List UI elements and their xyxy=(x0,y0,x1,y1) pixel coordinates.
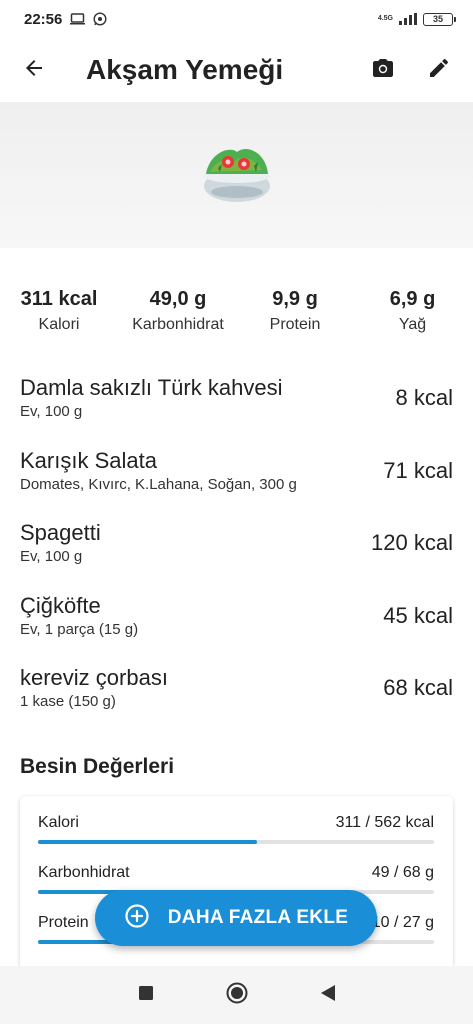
food-text: kereviz çorbası 1 kase (150 g) xyxy=(20,664,168,712)
nutrition-value: 10 / 27 g xyxy=(371,914,434,931)
edit-pencil-icon xyxy=(427,56,451,85)
screen-icon xyxy=(70,13,86,25)
summary-value: 49,0 g xyxy=(149,288,207,310)
food-list: Damla sakızlı Türk kahvesi Ev, 100 g 8 k… xyxy=(0,362,473,725)
salad-icon xyxy=(200,142,274,209)
status-right: 4.5G 35 xyxy=(377,12,456,26)
food-kcal: 45 kcal xyxy=(383,602,453,628)
food-detail: 1 kase (150 g) xyxy=(20,693,116,711)
progress-track xyxy=(38,840,434,844)
nutrition-label: Kalori xyxy=(38,814,79,831)
summary-value: 9,9 g xyxy=(272,288,318,310)
food-detail: Ev, 1 parça (15 g) xyxy=(20,620,139,638)
camera-icon xyxy=(370,56,396,85)
summary-label: Kalori xyxy=(38,316,80,333)
summary-label: Yağ xyxy=(398,316,427,333)
nutrition-row-calories: Kalori 311 / 562 kcal xyxy=(38,814,434,844)
plus-circle-icon xyxy=(124,903,150,934)
status-time: 22:56 xyxy=(24,10,63,28)
section-title: Besin Değerleri xyxy=(20,755,175,778)
summary-carbs: 49,0 g Karbonhidrat xyxy=(118,284,238,340)
back-nav-button[interactable] xyxy=(308,975,348,1015)
recents-button[interactable] xyxy=(126,975,166,1015)
progress-fill xyxy=(38,840,257,844)
recents-square-icon xyxy=(138,985,154,1006)
summary-fat: 6,9 g Yağ xyxy=(352,284,473,340)
camera-button[interactable] xyxy=(363,50,403,90)
food-name: Çiğköfte xyxy=(20,592,101,618)
back-arrow-icon xyxy=(22,56,46,85)
food-name: kereviz çorbası xyxy=(20,665,168,691)
whatsapp-icon xyxy=(93,12,107,26)
summary-value: 6,9 g xyxy=(389,288,436,310)
list-item[interactable]: Karışık Salata Domates, Kıvırc, K.Lahana… xyxy=(0,435,473,508)
status-bar: 22:56 4.5G 35 xyxy=(0,0,473,38)
meal-image-area xyxy=(0,102,473,248)
food-text: Damla sakızlı Türk kahvesi Ev, 100 g xyxy=(20,374,282,422)
page-title: Akşam Yemeği xyxy=(86,54,284,85)
list-item[interactable]: Damla sakızlı Türk kahvesi Ev, 100 g 8 k… xyxy=(0,362,473,435)
list-item[interactable]: kereviz çorbası 1 kase (150 g) 68 kcal xyxy=(0,652,473,725)
nutrition-line: Kalori 311 / 562 kcal xyxy=(38,814,434,832)
summary-protein: 9,9 g Protein xyxy=(238,284,352,340)
food-detail: Domates, Kıvırc, K.Lahana, Soğan, 300 g xyxy=(20,475,297,493)
food-name: Karışık Salata xyxy=(20,447,157,473)
app-bar: Akşam Yemeği xyxy=(0,38,473,102)
summary-label: Protein xyxy=(269,316,321,333)
food-kcal: 71 kcal xyxy=(383,457,453,483)
nutrition-card: Kalori 311 / 562 kcal Karbonhidrat 49 / … xyxy=(20,796,453,976)
food-kcal: 68 kcal xyxy=(383,675,453,701)
nutrition-summary: 311 kcal Kalori 49,0 g Karbonhidrat 9,9 … xyxy=(0,284,473,340)
edit-button[interactable] xyxy=(419,50,459,90)
food-text: Karışık Salata Domates, Kıvırc, K.Lahana… xyxy=(20,447,297,495)
back-triangle-icon xyxy=(320,984,336,1007)
food-kcal: 120 kcal xyxy=(371,530,453,556)
food-text: Çiğköfte Ev, 1 parça (15 g) xyxy=(20,592,138,640)
back-button[interactable] xyxy=(14,50,54,90)
system-nav-bar xyxy=(0,966,473,1024)
food-name: Spagetti xyxy=(20,520,101,546)
home-button[interactable] xyxy=(217,975,257,1015)
add-more-label: DAHA FAZLA EKLE xyxy=(167,907,349,928)
nutrition-value: 311 / 562 kcal xyxy=(335,814,434,831)
list-item[interactable]: Çiğköfte Ev, 1 parça (15 g) 45 kcal xyxy=(0,580,473,653)
summary-calories: 311 kcal Kalori xyxy=(0,284,118,340)
nutrition-label: Karbonhidrat xyxy=(38,864,130,881)
nutrition-value: 49 / 68 g xyxy=(371,864,434,881)
food-detail: Ev, 100 g xyxy=(20,403,83,421)
add-more-button[interactable]: DAHA FAZLA EKLE xyxy=(95,890,377,946)
summary-label: Karbonhidrat xyxy=(132,316,224,333)
list-item[interactable]: Spagetti Ev, 100 g 120 kcal xyxy=(0,507,473,580)
battery-icon: 35 xyxy=(423,12,456,26)
signal-icon xyxy=(399,13,417,25)
food-text: Spagetti Ev, 100 g xyxy=(20,519,101,567)
network-label: 4.5G xyxy=(377,15,393,22)
food-detail: Ev, 100 g xyxy=(20,548,83,566)
nutrition-label: Protein xyxy=(38,914,89,931)
food-name: Damla sakızlı Türk kahvesi xyxy=(20,375,283,401)
status-left: 22:56 xyxy=(24,11,107,28)
nutrition-line: Karbonhidrat 49 / 68 g xyxy=(38,864,434,882)
summary-value: 311 kcal xyxy=(20,288,98,310)
home-circle-icon xyxy=(225,981,249,1010)
food-kcal: 8 kcal xyxy=(395,385,453,411)
